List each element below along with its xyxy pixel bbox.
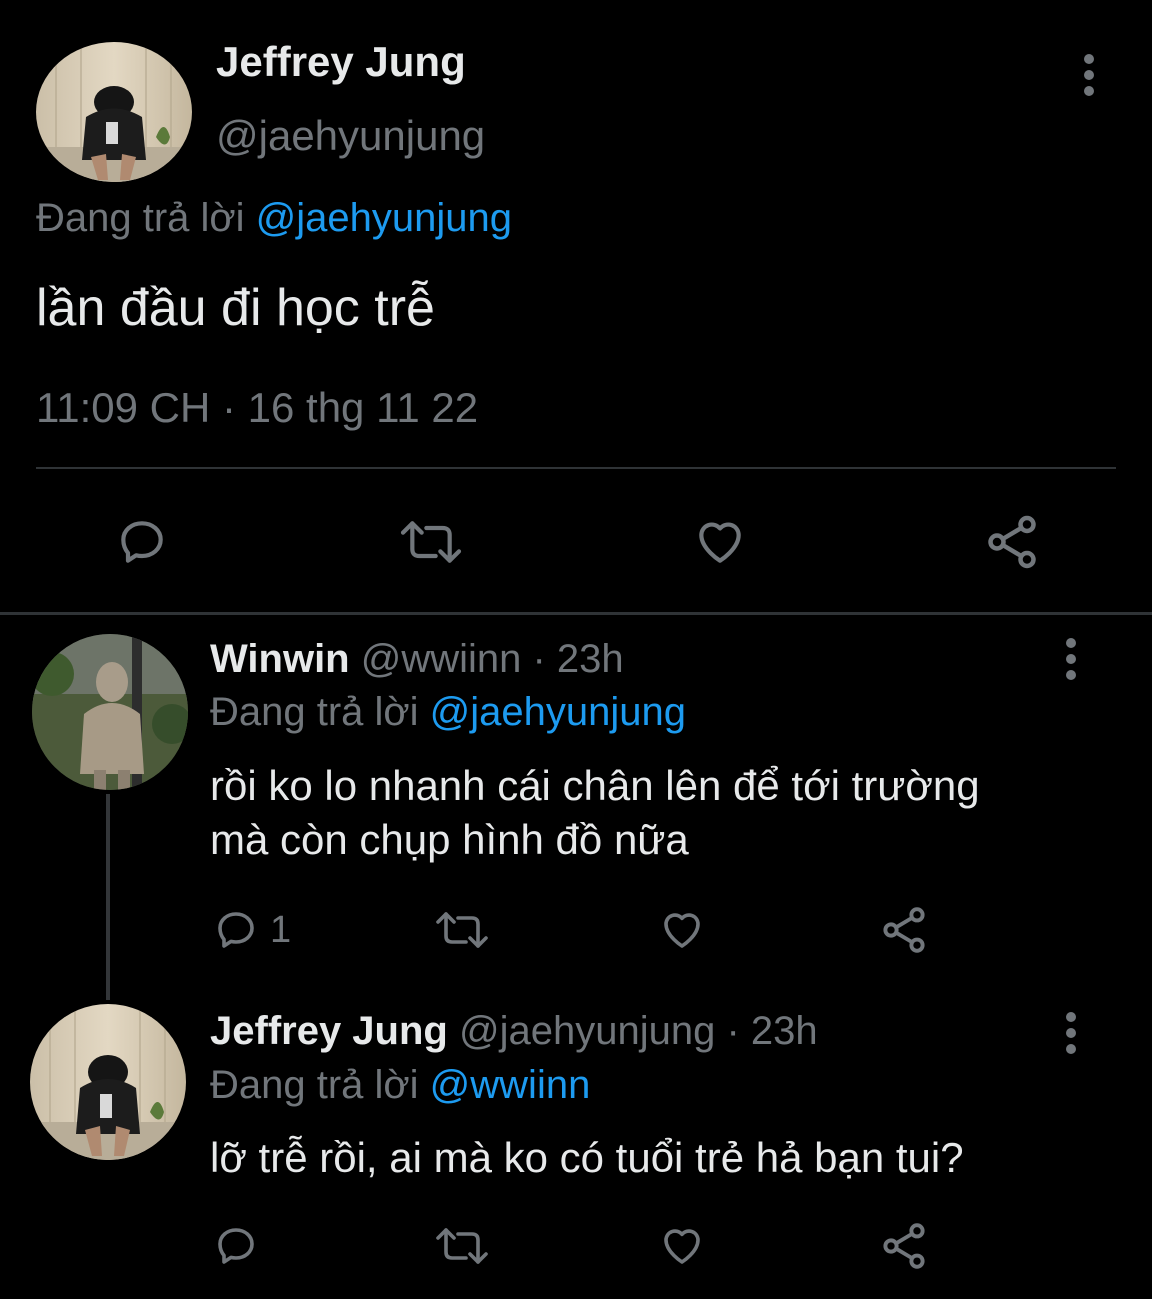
author-name[interactable]: Jeffrey Jung <box>216 38 466 86</box>
like-button[interactable] <box>656 906 708 954</box>
retweet-button[interactable] <box>396 514 466 570</box>
like-icon <box>699 522 741 563</box>
reply-header: Winwin @wwiinn · 23h <box>210 637 624 682</box>
author-meta[interactable]: @jaehyunjung · 23h <box>459 1009 818 1053</box>
more-icon[interactable] <box>1061 1012 1081 1056</box>
author-meta[interactable]: @wwiinn · 23h <box>361 637 624 681</box>
more-icon[interactable] <box>1079 54 1099 98</box>
reply-to-link[interactable]: @jaehyunjung <box>430 690 686 734</box>
timestamp[interactable]: 11:09 CH · 16 thg 11 22 <box>36 384 478 432</box>
share-icon <box>988 515 1036 569</box>
reply-header: Jeffrey Jung @jaehyunjung · 23h <box>210 1009 818 1054</box>
reply-context: Đang trả lời @wwiinn <box>210 1063 590 1108</box>
like-icon <box>664 913 700 948</box>
tweet-text-line: mà còn chụp hình đồ nữa <box>210 816 689 863</box>
more-icon[interactable] <box>1061 638 1081 682</box>
avatar[interactable] <box>30 1004 186 1160</box>
reply-context: Đang trả lời @jaehyunjung <box>36 196 512 241</box>
retweet-icon <box>400 521 462 563</box>
author-name[interactable]: Jeffrey Jung <box>210 1009 448 1053</box>
avatar[interactable] <box>36 42 192 182</box>
like-button[interactable] <box>656 1222 708 1270</box>
reply-count: 1 <box>270 908 292 951</box>
share-button[interactable] <box>982 512 1042 572</box>
divider <box>36 467 1116 469</box>
share-button[interactable] <box>878 904 930 956</box>
share-icon <box>883 907 925 953</box>
share-icon <box>883 1223 925 1269</box>
reply-icon <box>218 1228 254 1264</box>
thread-line <box>106 794 110 1000</box>
tweet-text-line: lỡ trễ rồi, ai mà ko có tuổi trẻ hả bạn … <box>210 1134 964 1181</box>
author-name[interactable]: Winwin <box>210 637 350 681</box>
reply-prefix: Đang trả lời <box>210 1063 419 1107</box>
retweet-icon <box>436 912 488 948</box>
author-handle[interactable]: @jaehyunjung <box>216 112 485 160</box>
reply-to-link[interactable]: @wwiinn <box>430 1063 591 1107</box>
reply-button[interactable] <box>114 514 170 570</box>
like-icon <box>664 1229 700 1264</box>
reply-context: Đang trả lời @jaehyunjung <box>210 690 686 735</box>
reply-prefix: Đang trả lời <box>210 690 419 734</box>
reply-prefix: Đang trả lời <box>36 196 245 240</box>
section-divider <box>0 612 1152 615</box>
retweet-icon <box>436 1228 488 1264</box>
tweet-text: lần đầu đi học trễ <box>36 279 435 337</box>
reply-button[interactable] <box>212 1222 260 1270</box>
reply-icon <box>121 521 163 563</box>
retweet-button[interactable] <box>432 906 492 954</box>
like-button[interactable] <box>690 514 750 570</box>
avatar[interactable] <box>32 634 188 790</box>
reply-to-link[interactable]: @jaehyunjung <box>256 196 512 240</box>
retweet-button[interactable] <box>432 1222 492 1270</box>
reply-icon <box>218 912 254 948</box>
share-button[interactable] <box>878 1220 930 1272</box>
reply-button[interactable]: 1 <box>212 906 291 954</box>
tweet-text-line: rồi ko lo nhanh cái chân lên để tới trườ… <box>210 762 980 809</box>
